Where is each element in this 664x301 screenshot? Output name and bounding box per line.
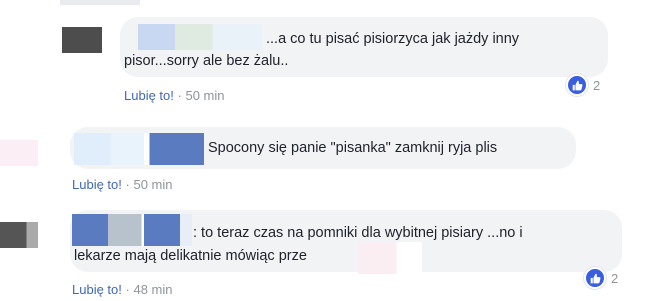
like-link[interactable]: Lubię to! — [72, 282, 122, 297]
timestamp[interactable]: 50 min — [185, 88, 224, 103]
thumbs-up-icon — [584, 267, 606, 289]
comment-text-line-2: lekarze mają delikatnie mówiąc prze — [74, 248, 307, 264]
commenter-avatar-redacted[interactable] — [0, 222, 38, 248]
timestamp[interactable]: 50 min — [133, 177, 172, 192]
separator: · — [125, 177, 130, 192]
reaction-summary[interactable]: 2 — [566, 74, 600, 96]
reaction-summary[interactable]: 2 — [584, 267, 618, 289]
commenter-name-redacted[interactable] — [72, 214, 192, 246]
separator: · — [177, 88, 182, 103]
comment-meta: Lubię to! · 48 min — [72, 282, 173, 298]
like-link[interactable]: Lubię to! — [124, 88, 174, 103]
commenter-name-redacted[interactable] — [74, 133, 204, 165]
comment-text-line-1: Spocony się panie "pisanka" zamknij ryja… — [208, 140, 498, 156]
like-link[interactable]: Lubię to! — [72, 177, 122, 192]
side-blur — [0, 140, 38, 166]
separator: · — [125, 282, 130, 297]
commenter-name-redacted[interactable] — [138, 24, 262, 50]
reaction-count: 2 — [593, 77, 601, 93]
comment-text-line-1: ...a co tu pisać pisiorzyca jak jażdy in… — [266, 31, 520, 47]
redacted-text-fragment — [358, 242, 422, 274]
thumbs-up-icon — [566, 74, 588, 96]
timestamp[interactable]: 48 min — [133, 282, 172, 297]
commenter-avatar-redacted[interactable] — [62, 27, 102, 53]
comment-text-line-1: : to teraz czas na pomniki dla wybitnej … — [193, 225, 523, 241]
comment-meta: Lubię to! · 50 min — [124, 88, 225, 104]
comment-text-line-2: pisor...sorry ale bez żalu.. — [124, 53, 289, 69]
clipped-previous-content — [60, 0, 140, 5]
comment-meta: Lubię to! · 50 min — [72, 177, 173, 193]
reaction-count: 2 — [611, 270, 619, 286]
